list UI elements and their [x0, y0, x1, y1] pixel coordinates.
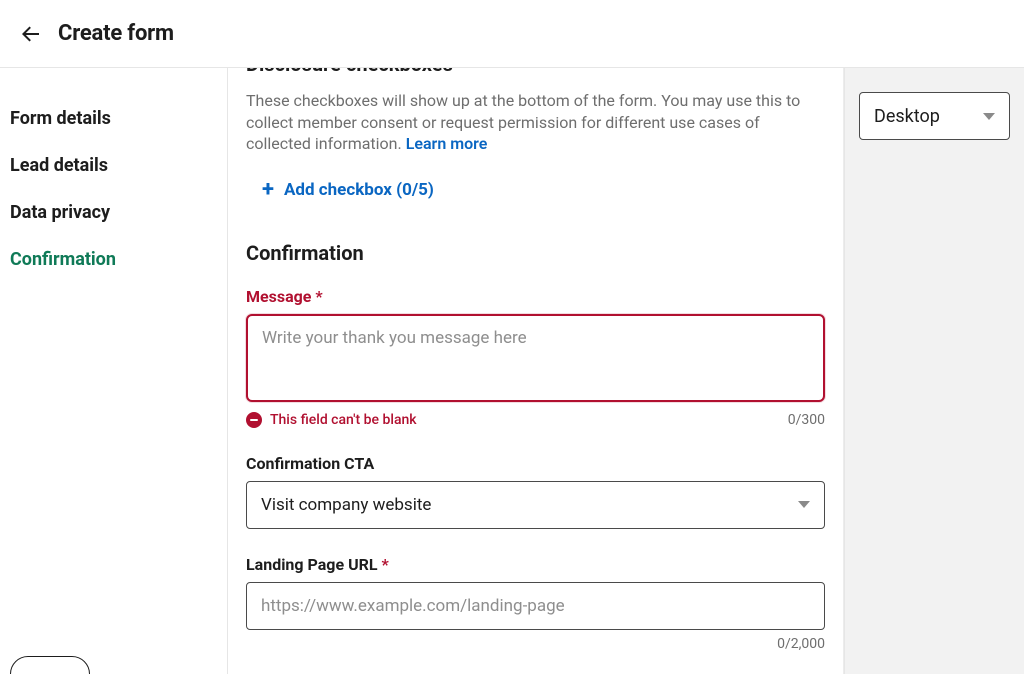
sidebar-item-confirmation[interactable]: Confirmation [10, 241, 217, 288]
add-checkbox-button[interactable]: + Add checkbox (0/5) [262, 179, 825, 201]
device-preview-select[interactable]: Desktop [859, 92, 1010, 140]
chevron-down-icon [798, 501, 810, 508]
page-header: Create form [0, 0, 1024, 68]
preview-pane: Desktop [844, 68, 1024, 674]
back-button[interactable] [18, 21, 44, 47]
learn-more-link[interactable]: Learn more [406, 134, 488, 153]
landing-url-label: Landing Page URL * [246, 555, 825, 574]
landing-url-input[interactable] [246, 582, 825, 630]
message-counter: 0/300 [788, 412, 825, 428]
footer-button-fragment[interactable] [10, 656, 90, 674]
chevron-down-icon [983, 113, 995, 120]
sidebar-item-data-privacy[interactable]: Data privacy [10, 194, 217, 241]
add-checkbox-label: Add checkbox (0/5) [284, 180, 434, 200]
landing-url-counter: 0/2,000 [246, 636, 825, 652]
sidebar-item-form-details[interactable]: Form details [10, 100, 217, 147]
main-content: Disclosure checkboxes These checkboxes w… [228, 68, 844, 674]
cta-selected-value: Visit company website [261, 495, 431, 515]
cta-label: Confirmation CTA [246, 454, 825, 473]
page-title: Create form [58, 21, 174, 46]
plus-icon: + [262, 179, 274, 201]
form-steps-sidebar: Form details Lead details Data privacy C… [0, 68, 228, 674]
sidebar-item-lead-details[interactable]: Lead details [10, 147, 217, 194]
arrow-left-icon [19, 22, 43, 46]
disclosure-description: These checkboxes will show up at the bot… [246, 90, 825, 155]
message-textarea[interactable] [246, 314, 825, 402]
error-icon [246, 412, 262, 428]
cta-select[interactable]: Visit company website [246, 481, 825, 529]
device-selected-value: Desktop [874, 106, 940, 127]
message-error: This field can't be blank [246, 412, 417, 428]
confirmation-section-title: Confirmation [246, 241, 825, 265]
disclosure-section-title: Disclosure checkboxes [246, 68, 825, 80]
message-label: Message * [246, 287, 825, 306]
